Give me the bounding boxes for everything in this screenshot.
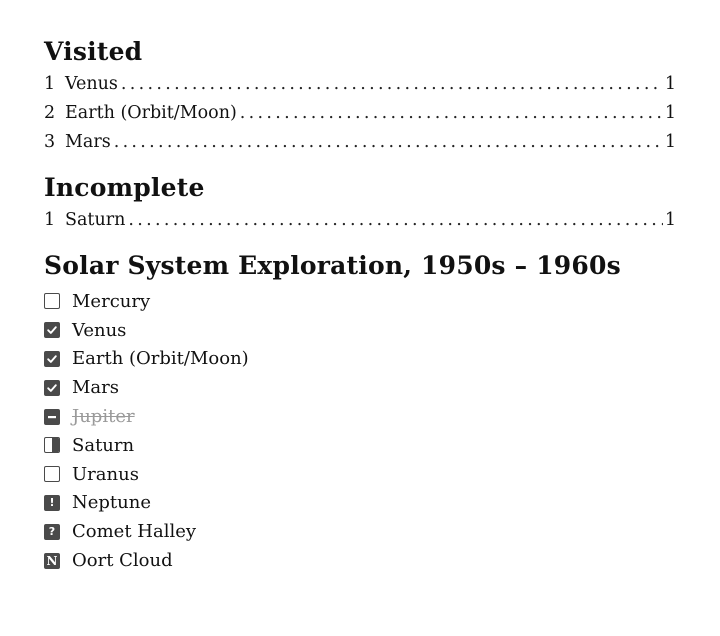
toc-entry[interactable]: 1 Saturn ...............................… (44, 206, 676, 235)
incomplete-section: Incomplete 1 Saturn ....................… (44, 172, 676, 235)
task-label: Oort Cloud (72, 550, 173, 572)
task-item: ! Neptune (44, 489, 676, 518)
visited-section: Visited 1 Venus ........................… (44, 36, 676, 157)
toc-entry-page: 1 (664, 103, 676, 123)
task-label: Venus (72, 319, 127, 341)
note-checkbox-icon[interactable]: N (44, 552, 60, 569)
task-label: Uranus (72, 463, 139, 485)
task-label: Earth (Orbit/Moon) (72, 348, 249, 370)
checked-checkbox-icon[interactable] (44, 379, 60, 396)
toc-entry-title: Saturn (65, 210, 126, 230)
toc-entry-title: Venus (65, 74, 118, 94)
toc-entry-number: 1 (44, 210, 56, 230)
task-label: Mercury (72, 290, 151, 312)
task-item: Saturn (44, 431, 676, 460)
toc-entry[interactable]: 1 Venus ................................… (44, 70, 676, 99)
toc-entry-title: Mars (65, 132, 111, 152)
dot-leader: ........................................… (239, 103, 663, 123)
empty-checkbox-icon[interactable] (44, 293, 60, 310)
task-item: N Oort Cloud (44, 546, 676, 575)
exclamation-checkbox-icon[interactable]: ! (44, 494, 60, 511)
toc-entry-page: 1 (664, 74, 676, 94)
task-item: Jupiter (44, 402, 676, 431)
task-item: Venus (44, 316, 676, 345)
task-item: Mercury (44, 287, 676, 316)
question-checkbox-icon[interactable]: ? (44, 523, 60, 540)
task-label: Saturn (72, 434, 135, 456)
checked-checkbox-icon[interactable] (44, 350, 60, 367)
exploration-section: Solar System Exploration, 1950s – 1960s … (44, 250, 676, 575)
dot-leader: ........................................… (120, 74, 663, 94)
toc-entry[interactable]: 3 Mars .................................… (44, 128, 676, 157)
toc-entry-number: 3 (44, 132, 56, 152)
dot-leader: ........................................… (113, 132, 663, 152)
dot-leader: ........................................… (128, 210, 662, 230)
task-item: ? Comet Halley (44, 517, 676, 546)
toc-entry-number: 2 (44, 103, 56, 123)
visited-heading: Visited (44, 37, 143, 66)
task-label: Mars (72, 377, 120, 399)
task-item: Earth (Orbit/Moon) (44, 345, 676, 374)
toc-entry[interactable]: 2 Earth (Orbit/Moon) ...................… (44, 99, 676, 128)
task-label: Comet Halley (72, 521, 197, 543)
toc-entry-title: Earth (Orbit/Moon) (65, 103, 237, 123)
task-label: Neptune (72, 492, 151, 514)
exploration-heading: Solar System Exploration, 1950s – 1960s (44, 251, 621, 280)
checked-checkbox-icon[interactable] (44, 322, 60, 339)
half-filled-checkbox-icon[interactable] (44, 437, 60, 454)
document-page: Visited 1 Venus ........................… (44, 36, 676, 575)
cancelled-checkbox-icon[interactable] (44, 408, 60, 425)
incomplete-heading: Incomplete (44, 173, 205, 202)
task-label: Jupiter (72, 406, 135, 428)
empty-checkbox-icon[interactable] (44, 466, 60, 483)
toc-entry-page: 1 (664, 132, 676, 152)
task-item: Uranus (44, 460, 676, 489)
toc-entry-number: 1 (44, 74, 56, 94)
toc-entry-page: 1 (664, 210, 676, 230)
task-item: Mars (44, 373, 676, 402)
